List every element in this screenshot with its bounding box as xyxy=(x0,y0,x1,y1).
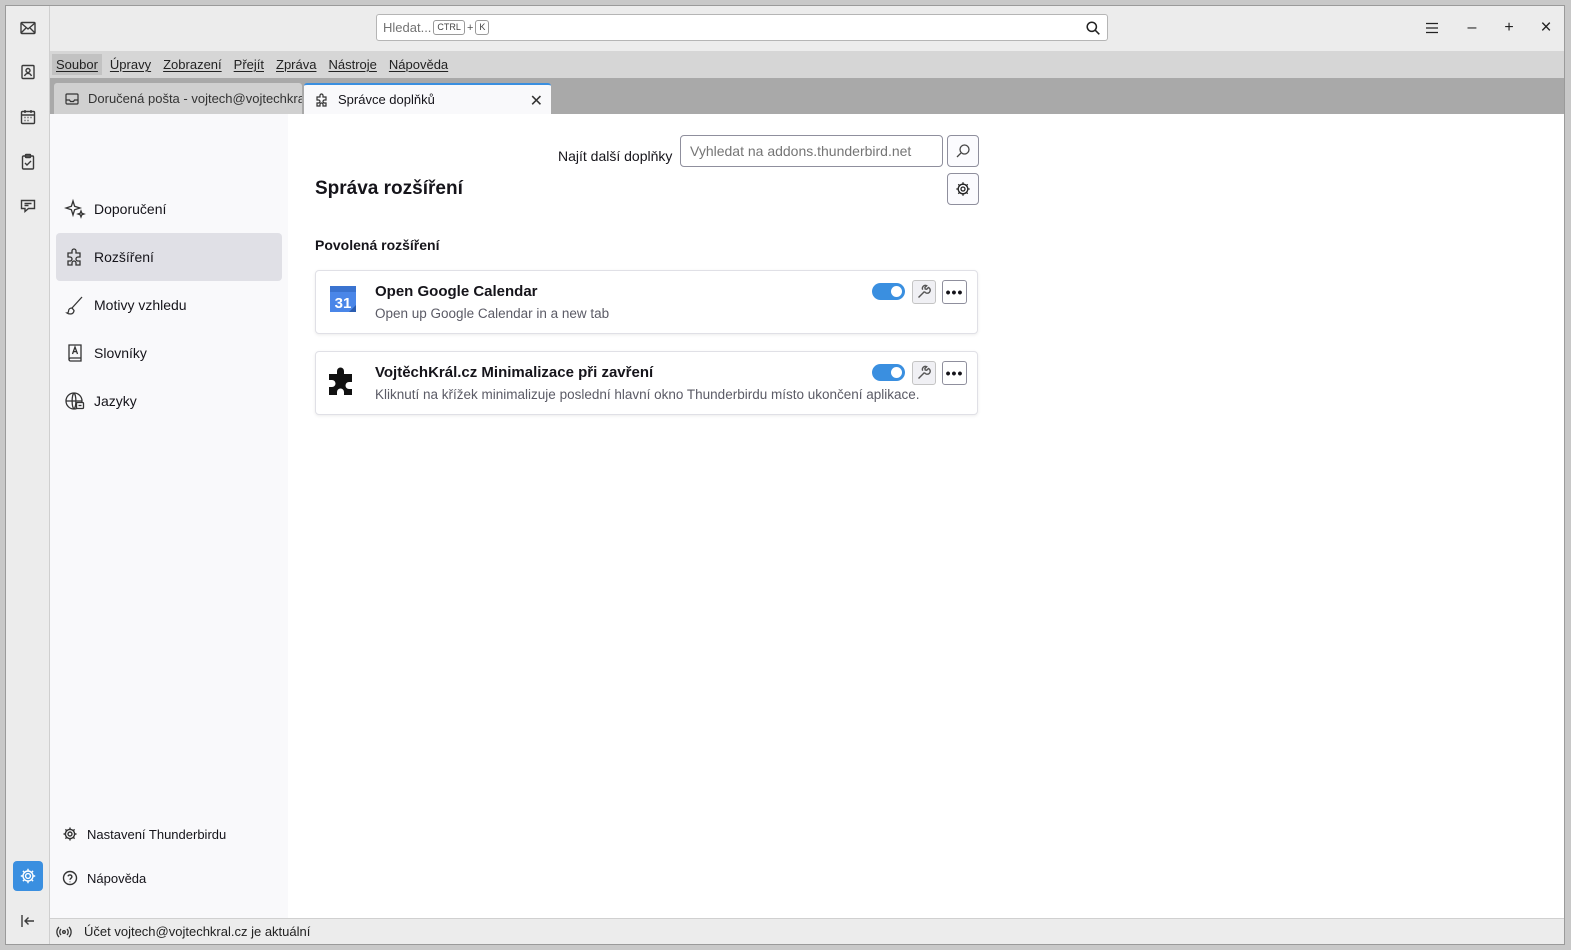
app-menu-button[interactable] xyxy=(1422,18,1442,38)
thunderbird-window: Hledat... CTRL + K – + × Soubor Úpravy Z… xyxy=(5,5,1565,945)
puzzle-icon xyxy=(67,248,81,266)
category-extensions[interactable]: Rozšíření xyxy=(56,233,282,281)
status-bar: Účet vojtech@vojtechkral.cz je aktuální xyxy=(50,918,1564,944)
puzzle-icon xyxy=(316,92,327,107)
calendar-icon xyxy=(20,110,36,125)
puzzle-icon xyxy=(329,367,352,395)
maximize-button[interactable]: + xyxy=(1499,18,1519,38)
search-icon xyxy=(956,144,970,158)
menu-help[interactable]: Nápověda xyxy=(385,54,452,75)
wrench-icon xyxy=(918,284,931,298)
category-label: Rozšíření xyxy=(94,249,154,265)
category-themes[interactable]: Motivy vzhledu xyxy=(56,281,282,329)
menu-bar: Soubor Úpravy Zobrazení Přejít Zpráva Ná… xyxy=(50,51,1564,78)
addon-card-open-google-calendar[interactable]: 31 Open Google Calendar Open up Google C… xyxy=(315,270,978,334)
sparkle-icon xyxy=(64,198,86,219)
gear-icon xyxy=(63,827,77,841)
close-window-button[interactable]: × xyxy=(1536,17,1556,38)
category-label: Jazyky xyxy=(94,393,137,409)
category-label: Slovníky xyxy=(94,345,147,361)
status-text: Účet vojtech@vojtechkral.cz je aktuální xyxy=(84,924,311,939)
address-book-space-button[interactable] xyxy=(13,57,43,87)
menu-edit[interactable]: Úpravy xyxy=(106,54,155,75)
minimize-button[interactable]: – xyxy=(1462,18,1482,38)
addon-description: Kliknutí na křížek minimalizuje poslední… xyxy=(375,387,920,402)
tab-addons-manager[interactable]: Správce doplňků ✕ xyxy=(304,83,551,114)
menu-file[interactable]: Soubor xyxy=(52,54,102,75)
broadcast-icon xyxy=(56,926,72,937)
mail-icon xyxy=(20,21,36,35)
gear-icon xyxy=(20,868,36,884)
brush-icon xyxy=(65,296,83,315)
page-title: Správa rozšíření xyxy=(315,178,463,199)
collapse-left-icon xyxy=(21,915,34,927)
addon-enable-toggle[interactable] xyxy=(872,283,905,300)
close-tab-button[interactable]: ✕ xyxy=(530,91,543,111)
spaces-toolbar xyxy=(6,6,50,944)
category-label: Motivy vzhledu xyxy=(94,297,187,313)
addon-preferences-button[interactable] xyxy=(912,361,936,385)
shortcut-key-k: K xyxy=(475,20,490,35)
calendar-space-button[interactable] xyxy=(13,102,43,132)
help-link[interactable]: Nápověda xyxy=(62,870,146,886)
search-icon[interactable] xyxy=(1085,20,1101,36)
category-label: Doporučení xyxy=(94,201,167,217)
tab-bar: Doručená pošta - vojtech@vojtechkral.cz … xyxy=(50,78,1564,114)
menu-message[interactable]: Zpráva xyxy=(272,54,320,75)
addon-more-options-button[interactable]: ••• xyxy=(942,280,967,304)
wrench-icon xyxy=(918,365,931,379)
menu-go[interactable]: Přejít xyxy=(230,54,268,75)
inbox-icon xyxy=(65,92,79,105)
tasks-icon xyxy=(21,153,35,170)
addon-enable-toggle[interactable] xyxy=(872,364,905,381)
addon-name[interactable]: VojtěchKrál.cz Minimalizace při zavření xyxy=(375,364,653,381)
addons-search-input[interactable] xyxy=(680,135,943,167)
category-dictionaries[interactable]: Slovníky xyxy=(56,329,282,377)
addons-search-button[interactable] xyxy=(947,135,979,167)
addon-more-options-button[interactable]: ••• xyxy=(942,361,967,385)
category-recommendations[interactable]: Doporučení xyxy=(56,185,282,233)
chat-icon xyxy=(20,199,36,214)
addon-preferences-button[interactable] xyxy=(912,280,936,304)
tasks-space-button[interactable] xyxy=(13,147,43,177)
calendar-day-number: 31 xyxy=(335,295,352,312)
addon-card-minimize-on-close[interactable]: VojtěchKrál.cz Minimalizace při zavření … xyxy=(315,351,978,415)
search-placeholder: Hledat... xyxy=(383,20,432,35)
thunderbird-settings-link[interactable]: Nastavení Thunderbirdu xyxy=(62,826,226,842)
menu-view[interactable]: Zobrazení xyxy=(159,54,226,75)
gear-icon xyxy=(956,182,970,196)
addon-description: Open up Google Calendar in a new tab xyxy=(375,306,610,321)
tab-inbox[interactable]: Doručená pošta - vojtech@vojtechkral.cz xyxy=(54,83,302,114)
hamburger-icon xyxy=(1426,22,1438,34)
addons-manager-content: Doporučení Rozšíření Motivy vzhledu Slov… xyxy=(50,114,1564,918)
globe-icon xyxy=(65,392,85,410)
tab-label: Správce doplňků xyxy=(338,92,435,107)
tab-label: Doručená pošta - vojtech@vojtechkral.cz xyxy=(88,91,302,106)
shortcut-key-ctrl: CTRL xyxy=(433,20,465,35)
address-book-icon xyxy=(21,64,35,80)
settings-label: Nastavení Thunderbirdu xyxy=(87,826,227,842)
chat-space-button[interactable] xyxy=(13,191,43,221)
categories-sidebar: Doporučení Rozšíření Motivy vzhledu Slov… xyxy=(50,114,288,918)
title-bar: Hledat... CTRL + K – + × xyxy=(50,6,1564,51)
shortcut-plus: + xyxy=(466,21,474,34)
tools-for-addons-button[interactable] xyxy=(947,173,979,205)
google-calendar-icon: 31 xyxy=(330,286,356,312)
help-icon xyxy=(62,870,78,886)
section-enabled-extensions: Povolená rozšíření xyxy=(315,237,440,253)
help-label: Nápověda xyxy=(87,870,147,886)
find-more-addons-label: Najít další doplňky xyxy=(558,148,673,164)
collapse-spaces-button[interactable] xyxy=(13,906,43,936)
addon-name[interactable]: Open Google Calendar xyxy=(375,283,538,300)
category-languages[interactable]: Jazyky xyxy=(56,377,282,425)
settings-space-button[interactable] xyxy=(13,861,43,891)
menu-tools[interactable]: Nástroje xyxy=(324,54,380,75)
dictionary-icon xyxy=(68,344,82,362)
global-search-box[interactable]: Hledat... CTRL + K xyxy=(376,14,1108,41)
mail-space-button[interactable] xyxy=(13,13,43,43)
